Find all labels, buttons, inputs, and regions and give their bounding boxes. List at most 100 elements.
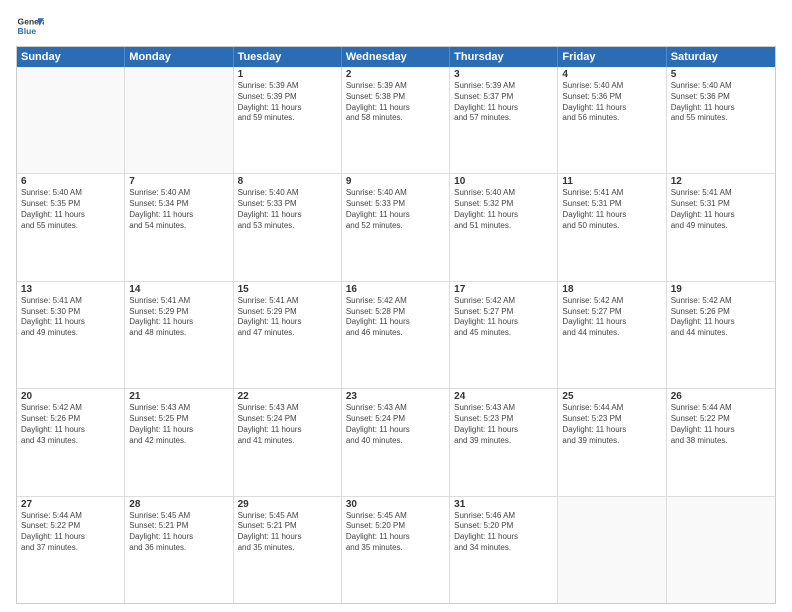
calendar-cell: 17Sunrise: 5:42 AM Sunset: 5:27 PM Dayli… — [450, 282, 558, 388]
day-number: 3 — [454, 69, 553, 80]
day-number: 21 — [129, 391, 228, 402]
day-info: Sunrise: 5:40 AM Sunset: 5:34 PM Dayligh… — [129, 188, 228, 231]
header: General Blue — [16, 12, 776, 40]
calendar-cell: 18Sunrise: 5:42 AM Sunset: 5:27 PM Dayli… — [558, 282, 666, 388]
calendar-cell — [667, 497, 775, 603]
day-number: 29 — [238, 499, 337, 510]
day-info: Sunrise: 5:44 AM Sunset: 5:23 PM Dayligh… — [562, 403, 661, 446]
calendar-cell: 6Sunrise: 5:40 AM Sunset: 5:35 PM Daylig… — [17, 174, 125, 280]
day-info: Sunrise: 5:45 AM Sunset: 5:20 PM Dayligh… — [346, 511, 445, 554]
header-day-wednesday: Wednesday — [342, 47, 450, 67]
calendar-cell: 11Sunrise: 5:41 AM Sunset: 5:31 PM Dayli… — [558, 174, 666, 280]
day-info: Sunrise: 5:42 AM Sunset: 5:28 PM Dayligh… — [346, 296, 445, 339]
day-info: Sunrise: 5:41 AM Sunset: 5:31 PM Dayligh… — [562, 188, 661, 231]
calendar-cell: 28Sunrise: 5:45 AM Sunset: 5:21 PM Dayli… — [125, 497, 233, 603]
calendar-cell: 2Sunrise: 5:39 AM Sunset: 5:38 PM Daylig… — [342, 67, 450, 173]
calendar-row-2: 13Sunrise: 5:41 AM Sunset: 5:30 PM Dayli… — [17, 282, 775, 389]
day-number: 26 — [671, 391, 771, 402]
day-number: 8 — [238, 176, 337, 187]
day-number: 4 — [562, 69, 661, 80]
day-number: 10 — [454, 176, 553, 187]
day-info: Sunrise: 5:43 AM Sunset: 5:23 PM Dayligh… — [454, 403, 553, 446]
day-number: 23 — [346, 391, 445, 402]
day-number: 28 — [129, 499, 228, 510]
svg-text:Blue: Blue — [18, 26, 37, 36]
day-number: 24 — [454, 391, 553, 402]
day-number: 17 — [454, 284, 553, 295]
calendar-cell — [558, 497, 666, 603]
header-day-thursday: Thursday — [450, 47, 558, 67]
calendar-cell: 1Sunrise: 5:39 AM Sunset: 5:39 PM Daylig… — [234, 67, 342, 173]
day-info: Sunrise: 5:41 AM Sunset: 5:30 PM Dayligh… — [21, 296, 120, 339]
calendar-row-3: 20Sunrise: 5:42 AM Sunset: 5:26 PM Dayli… — [17, 389, 775, 496]
day-info: Sunrise: 5:39 AM Sunset: 5:38 PM Dayligh… — [346, 81, 445, 124]
calendar-cell: 15Sunrise: 5:41 AM Sunset: 5:29 PM Dayli… — [234, 282, 342, 388]
day-number: 6 — [21, 176, 120, 187]
day-info: Sunrise: 5:42 AM Sunset: 5:26 PM Dayligh… — [21, 403, 120, 446]
day-info: Sunrise: 5:42 AM Sunset: 5:27 PM Dayligh… — [562, 296, 661, 339]
day-number: 11 — [562, 176, 661, 187]
day-info: Sunrise: 5:41 AM Sunset: 5:29 PM Dayligh… — [129, 296, 228, 339]
calendar-cell — [17, 67, 125, 173]
calendar-cell: 22Sunrise: 5:43 AM Sunset: 5:24 PM Dayli… — [234, 389, 342, 495]
header-day-saturday: Saturday — [667, 47, 775, 67]
page: General Blue SundayMondayTuesdayWednesda… — [0, 0, 792, 612]
day-info: Sunrise: 5:39 AM Sunset: 5:39 PM Dayligh… — [238, 81, 337, 124]
day-number: 7 — [129, 176, 228, 187]
day-info: Sunrise: 5:43 AM Sunset: 5:24 PM Dayligh… — [346, 403, 445, 446]
day-info: Sunrise: 5:42 AM Sunset: 5:26 PM Dayligh… — [671, 296, 771, 339]
day-info: Sunrise: 5:43 AM Sunset: 5:25 PM Dayligh… — [129, 403, 228, 446]
day-info: Sunrise: 5:44 AM Sunset: 5:22 PM Dayligh… — [21, 511, 120, 554]
calendar-cell: 29Sunrise: 5:45 AM Sunset: 5:21 PM Dayli… — [234, 497, 342, 603]
day-number: 9 — [346, 176, 445, 187]
day-number: 19 — [671, 284, 771, 295]
day-number: 25 — [562, 391, 661, 402]
day-info: Sunrise: 5:41 AM Sunset: 5:29 PM Dayligh… — [238, 296, 337, 339]
calendar-cell — [125, 67, 233, 173]
day-info: Sunrise: 5:40 AM Sunset: 5:36 PM Dayligh… — [671, 81, 771, 124]
day-info: Sunrise: 5:45 AM Sunset: 5:21 PM Dayligh… — [129, 511, 228, 554]
day-info: Sunrise: 5:40 AM Sunset: 5:36 PM Dayligh… — [562, 81, 661, 124]
day-number: 14 — [129, 284, 228, 295]
calendar-cell: 3Sunrise: 5:39 AM Sunset: 5:37 PM Daylig… — [450, 67, 558, 173]
day-number: 5 — [671, 69, 771, 80]
day-info: Sunrise: 5:40 AM Sunset: 5:35 PM Dayligh… — [21, 188, 120, 231]
header-day-sunday: Sunday — [17, 47, 125, 67]
day-info: Sunrise: 5:40 AM Sunset: 5:33 PM Dayligh… — [346, 188, 445, 231]
calendar-row-4: 27Sunrise: 5:44 AM Sunset: 5:22 PM Dayli… — [17, 497, 775, 603]
calendar-row-1: 6Sunrise: 5:40 AM Sunset: 5:35 PM Daylig… — [17, 174, 775, 281]
calendar-row-0: 1Sunrise: 5:39 AM Sunset: 5:39 PM Daylig… — [17, 67, 775, 174]
day-number: 16 — [346, 284, 445, 295]
day-number: 12 — [671, 176, 771, 187]
calendar: SundayMondayTuesdayWednesdayThursdayFrid… — [16, 46, 776, 604]
day-number: 31 — [454, 499, 553, 510]
day-info: Sunrise: 5:43 AM Sunset: 5:24 PM Dayligh… — [238, 403, 337, 446]
header-day-tuesday: Tuesday — [234, 47, 342, 67]
day-number: 20 — [21, 391, 120, 402]
day-info: Sunrise: 5:40 AM Sunset: 5:32 PM Dayligh… — [454, 188, 553, 231]
calendar-cell: 5Sunrise: 5:40 AM Sunset: 5:36 PM Daylig… — [667, 67, 775, 173]
calendar-body: 1Sunrise: 5:39 AM Sunset: 5:39 PM Daylig… — [17, 67, 775, 603]
calendar-cell: 7Sunrise: 5:40 AM Sunset: 5:34 PM Daylig… — [125, 174, 233, 280]
calendar-cell: 9Sunrise: 5:40 AM Sunset: 5:33 PM Daylig… — [342, 174, 450, 280]
calendar-cell: 14Sunrise: 5:41 AM Sunset: 5:29 PM Dayli… — [125, 282, 233, 388]
day-info: Sunrise: 5:40 AM Sunset: 5:33 PM Dayligh… — [238, 188, 337, 231]
calendar-cell: 31Sunrise: 5:46 AM Sunset: 5:20 PM Dayli… — [450, 497, 558, 603]
calendar-cell: 10Sunrise: 5:40 AM Sunset: 5:32 PM Dayli… — [450, 174, 558, 280]
day-info: Sunrise: 5:45 AM Sunset: 5:21 PM Dayligh… — [238, 511, 337, 554]
day-number: 30 — [346, 499, 445, 510]
calendar-cell: 24Sunrise: 5:43 AM Sunset: 5:23 PM Dayli… — [450, 389, 558, 495]
day-number: 22 — [238, 391, 337, 402]
calendar-cell: 8Sunrise: 5:40 AM Sunset: 5:33 PM Daylig… — [234, 174, 342, 280]
calendar-cell: 26Sunrise: 5:44 AM Sunset: 5:22 PM Dayli… — [667, 389, 775, 495]
day-info: Sunrise: 5:44 AM Sunset: 5:22 PM Dayligh… — [671, 403, 771, 446]
header-day-friday: Friday — [558, 47, 666, 67]
calendar-cell: 27Sunrise: 5:44 AM Sunset: 5:22 PM Dayli… — [17, 497, 125, 603]
day-info: Sunrise: 5:41 AM Sunset: 5:31 PM Dayligh… — [671, 188, 771, 231]
calendar-cell: 12Sunrise: 5:41 AM Sunset: 5:31 PM Dayli… — [667, 174, 775, 280]
day-number: 2 — [346, 69, 445, 80]
calendar-cell: 16Sunrise: 5:42 AM Sunset: 5:28 PM Dayli… — [342, 282, 450, 388]
calendar-header: SundayMondayTuesdayWednesdayThursdayFrid… — [17, 47, 775, 67]
day-number: 13 — [21, 284, 120, 295]
header-day-monday: Monday — [125, 47, 233, 67]
